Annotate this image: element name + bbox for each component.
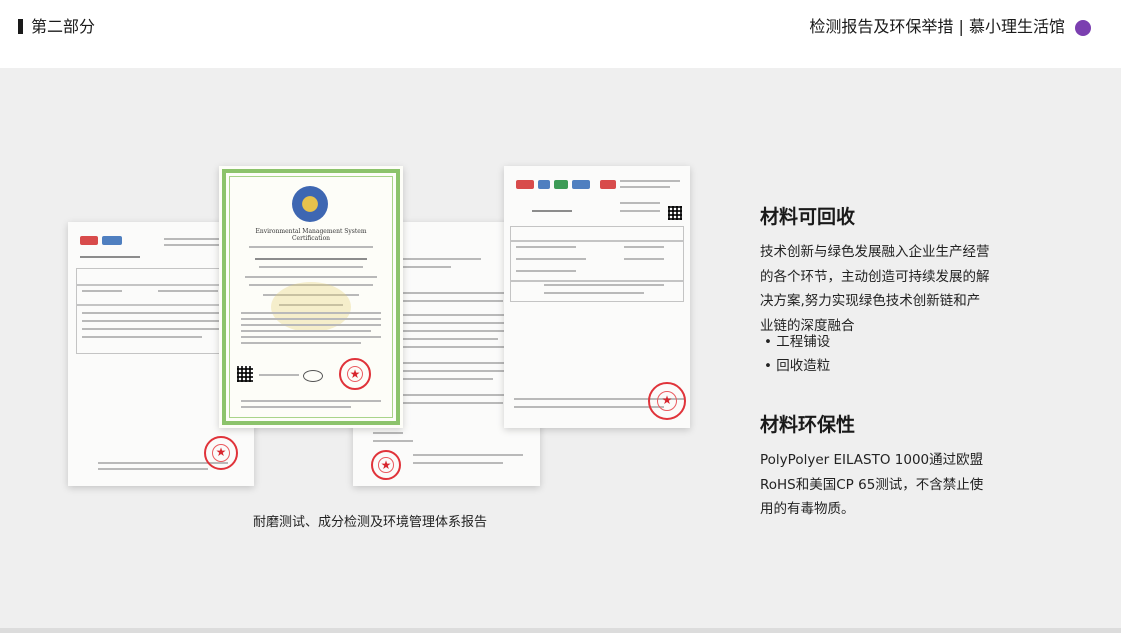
recycle-heading: 材料可回收 [760,206,856,228]
eco-heading: 材料环保性 [760,414,856,436]
header-bar: 第二部分 检测报告及环保举措 | 慕小理生活馆 [0,0,1121,68]
eco-paragraph: PolyPolyer EILASTO 1000通过欧盟RoHS和美国CP 65测… [760,452,984,517]
list-item: • 工程铺设 [764,332,830,352]
document-title: 检测报告及环保举措 | 慕小理生活馆 [809,17,1065,36]
accreditation-logo-icon [303,370,323,382]
purple-dot-icon [1075,20,1091,36]
bullet-dot-icon: • [764,358,772,374]
environmental-certificate: Environmental Management System Certific… [219,166,403,428]
list-item-label: 回收造粒 [776,358,831,374]
bullet-dot-icon: • [764,334,772,350]
test-report-right: ★ [504,166,690,428]
red-seal-icon: ★ [204,436,238,470]
list-item-label: 工程铺设 [776,334,831,350]
section-bar-icon [18,19,23,34]
red-seal-icon: ★ [371,450,401,480]
section-label: 第二部分 [31,17,96,36]
certificate-heading: Environmental Management System Certific… [255,228,367,242]
red-seal-icon: ★ [339,358,371,390]
certification-emblem-icon [292,186,328,222]
qr-code-icon [668,206,682,220]
gallery-caption: 耐磨测试、成分检测及环境管理体系报告 [253,515,488,530]
recycle-paragraph: 技术创新与绿色发展融入企业生产经营的各个环节，主动创造可持续发展的解决方案,努力… [760,244,990,334]
bottom-divider [0,628,1121,633]
list-item: • 回收造粒 [764,356,830,376]
qr-code-icon [237,366,253,382]
red-seal-icon: ★ [648,382,686,420]
